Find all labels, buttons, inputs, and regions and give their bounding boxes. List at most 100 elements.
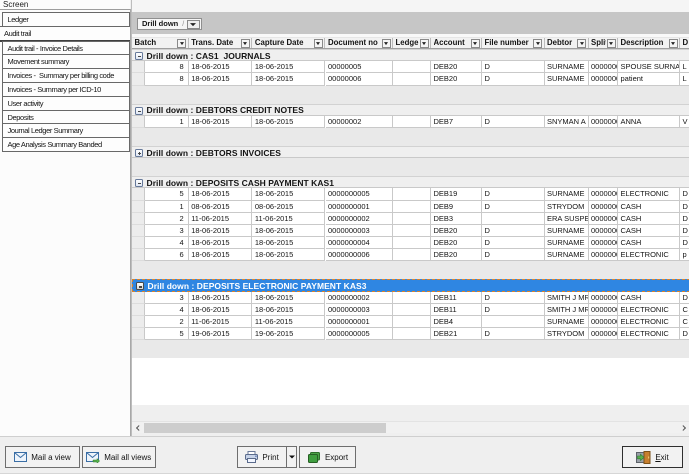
cell-extra: D xyxy=(680,201,689,213)
table-row[interactable]: 211-06-201511-06-20150000000002DEB3ERA S… xyxy=(132,213,689,225)
cell-batch: 3 xyxy=(145,225,189,237)
cell-batch: 2 xyxy=(145,316,189,328)
grouped-column-button[interactable]: Drill down/ xyxy=(137,18,202,31)
table-row[interactable]: 418-06-201518-06-20150000000003DEB11DSMI… xyxy=(132,304,689,316)
cell-desc: CASH xyxy=(618,237,680,249)
column-header-debtor[interactable]: Debtor xyxy=(545,38,589,48)
cell-split: 0000000 xyxy=(589,225,619,237)
table-row[interactable]: 818-06-201518-06-201500000006DEB20DSURNA… xyxy=(132,73,689,85)
group-row[interactable]: Drill down : DEPOSITS ELECTRONIC PAYMENT… xyxy=(132,279,689,291)
group-indent-cell xyxy=(132,237,145,249)
cell-capture: 11-06-2015 xyxy=(252,213,325,225)
group-row[interactable]: Drill down : DEPOSITS CASH PAYMENT KAS1 xyxy=(132,176,689,188)
column-header-ledger[interactable]: Ledger xyxy=(393,38,431,48)
table-row[interactable]: 318-06-201518-06-20150000000002DEB11DSMI… xyxy=(132,292,689,304)
cell-docno: 00000002 xyxy=(326,116,394,128)
sidebar-item-ledger[interactable]: Ledger xyxy=(2,12,130,27)
chevron-left-icon xyxy=(136,425,142,431)
cell-desc: CASH xyxy=(618,292,680,304)
column-header-split[interactable]: Split xyxy=(589,38,619,48)
cell-extra: C xyxy=(680,316,689,328)
column-header-extra[interactable]: D xyxy=(680,38,689,48)
cell-extra: D xyxy=(680,225,689,237)
table-row[interactable]: 518-06-201518-06-20150000000005DEB19DSUR… xyxy=(132,188,689,200)
cell-filenum: D xyxy=(482,304,545,316)
cell-batch: 8 xyxy=(145,73,189,85)
scroll-left-arrow[interactable] xyxy=(132,422,144,434)
column-filter-button[interactable] xyxy=(471,39,480,48)
print-button[interactable]: Print xyxy=(238,447,286,467)
table-row[interactable]: 618-06-201518-06-20150000000006DEB20DSUR… xyxy=(132,249,689,261)
exit-button[interactable]: Exit xyxy=(622,446,683,468)
cell-filenum: D xyxy=(482,249,545,261)
print-dropdown-button[interactable] xyxy=(286,447,296,467)
grouped-column-filter-button[interactable] xyxy=(187,20,200,30)
column-filter-button[interactable] xyxy=(177,39,186,48)
column-filter-button[interactable] xyxy=(382,39,391,48)
cell-split: 0000000 xyxy=(589,237,619,249)
table-row[interactable]: 318-06-201518-06-20150000000003DEB20DSUR… xyxy=(132,225,689,237)
horizontal-scrollbar[interactable] xyxy=(132,421,689,433)
cell-account: DEB20 xyxy=(431,73,482,85)
mail-a-view-button[interactable]: Mail a view xyxy=(5,446,80,468)
chevron-down-icon xyxy=(190,23,196,26)
mail-all-views-button[interactable]: Mail all views xyxy=(82,446,157,468)
cell-extra: L xyxy=(680,73,689,85)
sidebar-item-invoices-summary-per-icd-10[interactable]: Invoices - Summary per ICD-10 xyxy=(2,82,130,97)
cell-split: 0000000 xyxy=(589,116,619,128)
sidebar-item-age-analysis-summary-banded[interactable]: Age Analysis Summary Banded xyxy=(2,137,130,152)
column-filter-button[interactable] xyxy=(420,39,429,48)
column-header-docno[interactable]: Document no xyxy=(326,38,394,48)
cell-ledger xyxy=(393,73,431,85)
sidebar-item-invoices-summary-per-billing-code[interactable]: Invoices - Summary per billing code xyxy=(2,68,130,83)
sidebar-item-deposits[interactable]: Deposits xyxy=(2,110,130,125)
scrollbar-thumb[interactable] xyxy=(144,423,386,433)
export-label: Export xyxy=(325,453,348,462)
cell-split: 0000000 xyxy=(589,316,619,328)
column-filter-button[interactable] xyxy=(533,39,542,48)
column-header-capture[interactable]: Capture Date xyxy=(252,38,325,48)
export-icon xyxy=(307,452,321,463)
group-title: Drill down : DEBTORS INVOICES xyxy=(147,148,281,158)
collapse-minus-icon[interactable] xyxy=(135,107,143,115)
sidebar-item-audit-trail[interactable]: Audit trail xyxy=(0,26,131,42)
column-filter-button[interactable] xyxy=(314,39,323,48)
sidebar: Screen LedgerAudit trailAudit trail - In… xyxy=(0,0,130,436)
cell-debtor: SNYMAN A xyxy=(545,116,589,128)
table-row[interactable]: 418-06-201518-06-20150000000004DEB20DSUR… xyxy=(132,237,689,249)
column-header-trans[interactable]: Trans. Date xyxy=(189,38,253,48)
table-row[interactable]: 108-06-201508-06-20150000000001DEB9DSTRY… xyxy=(132,201,689,213)
column-filter-button[interactable] xyxy=(669,39,678,48)
cell-capture: 19-06-2015 xyxy=(252,328,325,340)
group-row[interactable]: Drill down : DEBTORS CREDIT NOTES xyxy=(132,104,689,116)
cell-capture: 18-06-2015 xyxy=(252,61,325,73)
collapse-minus-icon[interactable] xyxy=(136,282,144,290)
cell-account: DEB20 xyxy=(431,61,482,73)
column-filter-button[interactable] xyxy=(241,39,250,48)
cell-ledger xyxy=(393,328,431,340)
sidebar-item-movement-summary[interactable]: Movement summary xyxy=(2,54,130,69)
column-header-account[interactable]: Account xyxy=(431,38,482,48)
column-header-desc[interactable]: Description xyxy=(618,38,680,48)
expand-plus-icon[interactable] xyxy=(135,149,143,157)
sidebar-item-audit-trail-invoice-details[interactable]: Audit trail - Invoice Details xyxy=(2,41,130,56)
sidebar-item-user-activity[interactable]: User activity xyxy=(2,96,130,111)
sidebar-item-journal-ledger-summary[interactable]: Journal Ledger Summary xyxy=(2,123,130,138)
column-header-row: BatchTrans. DateCapture DateDocument noL… xyxy=(132,37,689,49)
table-row[interactable]: 519-06-201519-06-20150000000005DEB21DSTR… xyxy=(132,328,689,340)
column-filter-button[interactable] xyxy=(607,39,616,48)
cell-split: 0000000 xyxy=(589,61,619,73)
table-row[interactable]: 818-06-201518-06-201500000005DEB20DSURNA… xyxy=(132,61,689,73)
column-filter-button[interactable] xyxy=(577,39,586,48)
group-row[interactable]: Drill down : CAS1 JOURNALS xyxy=(132,49,689,61)
table-row[interactable]: 118-06-201518-06-201500000002DEB7DSNYMAN… xyxy=(132,116,689,128)
scroll-right-arrow[interactable] xyxy=(678,422,689,434)
column-header-batch[interactable]: Batch xyxy=(132,38,189,48)
collapse-minus-icon[interactable] xyxy=(135,52,143,60)
collapse-minus-icon[interactable] xyxy=(135,179,143,187)
export-button[interactable]: Export xyxy=(299,446,356,468)
column-header-filenum[interactable]: File number xyxy=(482,38,545,48)
table-row[interactable]: 211-06-201511-06-20150000000001DEB4SURNA… xyxy=(132,316,689,328)
cell-debtor: STRYDOM xyxy=(545,201,589,213)
group-row[interactable]: Drill down : DEBTORS INVOICES xyxy=(132,146,689,158)
